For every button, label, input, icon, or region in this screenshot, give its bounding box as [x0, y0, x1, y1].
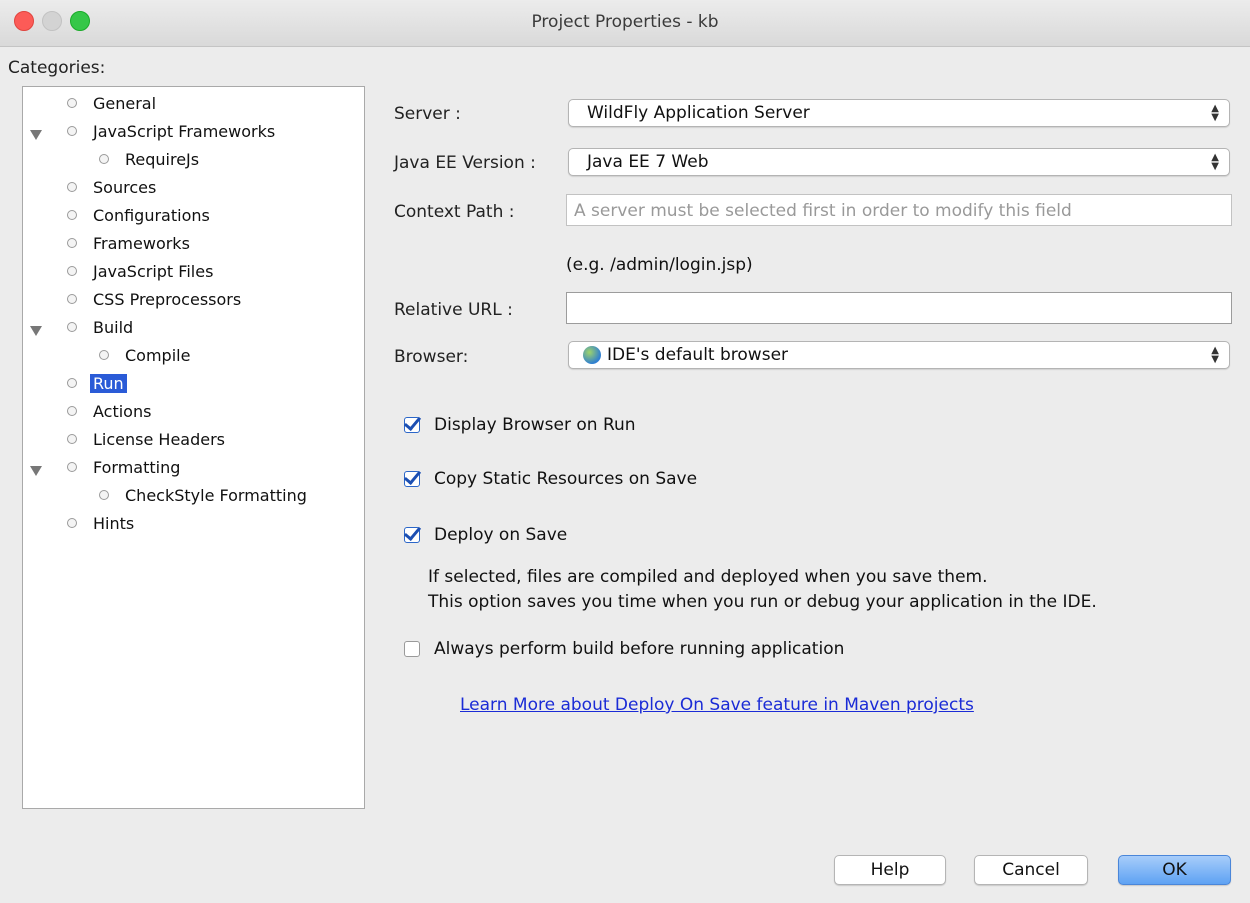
expanded-triangle-icon[interactable]: [30, 326, 42, 336]
browser-label: Browser:: [394, 347, 469, 367]
tree-item-javascript-files[interactable]: JavaScript Files: [67, 259, 213, 283]
leaf-bullet-icon: [67, 98, 77, 108]
display-browser-checkbox-row[interactable]: Display Browser on Run: [404, 415, 636, 435]
tree-item-compile[interactable]: Compile: [99, 343, 190, 367]
tree-item-css-preprocessors[interactable]: CSS Preprocessors: [67, 287, 241, 311]
always-build-checkbox-row[interactable]: Always perform build before running appl…: [404, 639, 844, 659]
relative-url-field[interactable]: [566, 292, 1232, 324]
tree-item-label: RequireJs: [125, 149, 200, 169]
tree-item-run[interactable]: Run: [67, 371, 127, 395]
tree-item-label: Formatting: [93, 457, 181, 477]
globe-icon: [583, 346, 601, 364]
cancel-button[interactable]: Cancel: [974, 855, 1088, 885]
context-path-field[interactable]: A server must be selected first in order…: [566, 194, 1232, 226]
expanded-triangle-icon[interactable]: [30, 130, 42, 140]
tree-item-label: JavaScript Files: [93, 261, 214, 281]
tree-item-sources[interactable]: Sources: [67, 175, 156, 199]
always-build-label: Always perform build before running appl…: [434, 639, 845, 659]
leaf-bullet-icon: [67, 266, 77, 276]
javaee-version-select[interactable]: Java EE 7 Web ▲ ▼: [568, 148, 1230, 176]
tree-item-label: Hints: [93, 513, 135, 533]
always-build-checkbox[interactable]: [404, 641, 420, 657]
categories-label: Categories:: [8, 58, 106, 78]
leaf-bullet-icon: [99, 490, 109, 500]
tree-item-license-headers[interactable]: License Headers: [67, 427, 225, 451]
title-bar: Project Properties - kb: [0, 0, 1250, 47]
display-browser-checkbox[interactable]: [404, 417, 420, 433]
tree-item-label: General: [93, 93, 157, 113]
tree-item-label: Actions: [93, 401, 152, 421]
expanded-triangle-icon[interactable]: [30, 466, 42, 476]
tree-item-label: CSS Preprocessors: [93, 289, 242, 309]
leaf-bullet-icon: [67, 182, 77, 192]
leaf-bullet-icon: [67, 294, 77, 304]
leaf-bullet-icon: [67, 126, 77, 136]
deploy-note: If selected, files are compiled and depl…: [428, 565, 1097, 615]
javaee-version-value: Java EE 7 Web: [587, 152, 709, 172]
leaf-bullet-icon: [67, 434, 77, 444]
context-path-label: Context Path :: [394, 202, 515, 222]
tree-item-frameworks[interactable]: Frameworks: [67, 231, 190, 255]
tree-item-build[interactable]: Build: [67, 315, 133, 339]
tree-item-hints[interactable]: Hints: [67, 511, 134, 535]
server-label: Server :: [394, 104, 461, 124]
leaf-bullet-icon: [99, 154, 109, 164]
updown-arrows-icon: ▲ ▼: [1211, 103, 1219, 123]
deploy-on-save-label: Deploy on Save: [434, 525, 568, 545]
leaf-bullet-icon: [99, 350, 109, 360]
deploy-on-save-checkbox[interactable]: [404, 527, 420, 543]
tree-item-requirejs[interactable]: RequireJs: [99, 147, 199, 171]
tree-item-label: JavaScript Frameworks: [93, 121, 276, 141]
tree-item-label: Configurations: [93, 205, 210, 225]
browser-select-content: IDE's default browser: [569, 345, 788, 365]
browser-select-value: IDE's default browser: [607, 345, 789, 365]
leaf-bullet-icon: [67, 238, 77, 248]
tree-item-general[interactable]: General: [67, 91, 156, 115]
copy-static-checkbox-row[interactable]: Copy Static Resources on Save: [404, 469, 697, 489]
tree-item-javascript-frameworks[interactable]: JavaScript Frameworks: [67, 119, 275, 143]
help-button[interactable]: Help: [834, 855, 946, 885]
tree-item-label: Frameworks: [93, 233, 190, 253]
leaf-bullet-icon: [67, 378, 77, 388]
tree-item-label: Build: [93, 317, 134, 337]
updown-arrows-icon: ▲ ▼: [1211, 345, 1219, 365]
tree-item-checkstyle-formatting[interactable]: CheckStyle Formatting: [99, 483, 307, 507]
server-select-value: WildFly Application Server: [587, 103, 810, 123]
tree-item-label: Sources: [93, 177, 157, 197]
copy-static-label: Copy Static Resources on Save: [434, 469, 698, 489]
leaf-bullet-icon: [67, 322, 77, 332]
tree-item-formatting[interactable]: Formatting: [67, 455, 180, 479]
tree-item-configurations[interactable]: Configurations: [67, 203, 210, 227]
display-browser-label: Display Browser on Run: [434, 415, 636, 435]
deploy-on-save-checkbox-row[interactable]: Deploy on Save: [404, 525, 567, 545]
window-title: Project Properties - kb: [531, 12, 719, 32]
ok-button[interactable]: OK: [1118, 855, 1231, 885]
categories-tree[interactable]: General JavaScript Frameworks RequireJs …: [22, 86, 365, 809]
learn-more-link[interactable]: Learn More about Deploy On Save feature …: [460, 695, 974, 715]
relative-url-label: Relative URL :: [394, 300, 513, 320]
tree-item-label: Compile: [125, 345, 191, 365]
tree-item-label: License Headers: [93, 429, 225, 449]
tree-item-label: Run: [90, 373, 127, 393]
deploy-note-line1: If selected, files are compiled and depl…: [428, 567, 988, 587]
leaf-bullet-icon: [67, 210, 77, 220]
tree-item-label: CheckStyle Formatting: [125, 485, 307, 505]
updown-arrows-icon: ▲ ▼: [1211, 152, 1219, 172]
leaf-bullet-icon: [67, 462, 77, 472]
javaee-version-label: Java EE Version :: [394, 153, 536, 173]
server-select[interactable]: WildFly Application Server ▲ ▼: [568, 99, 1230, 127]
browser-select[interactable]: IDE's default browser ▲ ▼: [568, 341, 1230, 369]
copy-static-checkbox[interactable]: [404, 471, 420, 487]
tree-item-actions[interactable]: Actions: [67, 399, 151, 423]
leaf-bullet-icon: [67, 518, 77, 528]
deploy-note-line2: This option saves you time when you run …: [428, 592, 1097, 612]
context-path-example: (e.g. /admin/login.jsp): [566, 255, 753, 275]
leaf-bullet-icon: [67, 406, 77, 416]
